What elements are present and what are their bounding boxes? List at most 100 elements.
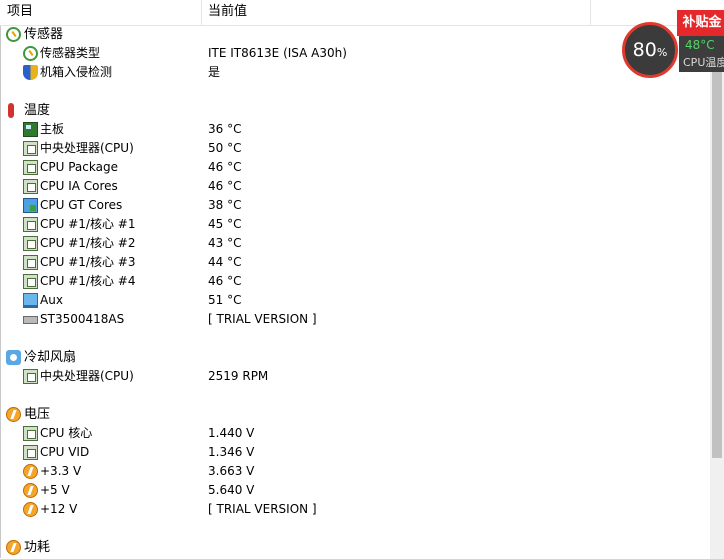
item-value: [ TRIAL VERSION ] — [208, 312, 317, 326]
item-label: 主板 — [40, 122, 65, 136]
cpu-chip-icon — [23, 445, 38, 460]
category-label: 功耗 — [24, 540, 51, 555]
list-item[interactable]: 中央处理器(CPU) 2519 RPM — [0, 367, 710, 386]
item-value: 2519 RPM — [208, 369, 269, 383]
list-item[interactable]: 机箱入侵检测 是 — [0, 63, 710, 82]
item-label: 机箱入侵检测 — [40, 65, 113, 79]
voltage-bolt-icon — [6, 407, 21, 422]
list-item[interactable]: ST3500418AS [ TRIAL VERSION ] — [0, 310, 710, 329]
list-item[interactable]: CPU #1/核心 #2 43 °C — [0, 234, 710, 253]
item-value: 46 °C — [208, 274, 242, 288]
category-label: 电压 — [24, 407, 51, 422]
item-label: +3.3 V — [40, 464, 82, 478]
column-header-value[interactable]: 当前值 — [201, 0, 591, 25]
cpu-temp-label: CPU温度 — [683, 56, 724, 69]
list-item[interactable]: 传感器类型 ITE IT8613E (ISA A30h) — [0, 44, 710, 63]
list-item[interactable]: 主板 36 °C — [0, 120, 710, 139]
item-label: CPU VID — [40, 445, 90, 459]
item-label: CPU 核心 — [40, 426, 93, 440]
scrollbar-thumb[interactable] — [712, 25, 722, 458]
item-label: CPU Package — [40, 160, 118, 174]
cpu-temp-value: 48°C — [685, 38, 715, 52]
list-item[interactable]: CPU 核心 1.440 V — [0, 424, 710, 443]
list-item[interactable]: +3.3 V 3.663 V — [0, 462, 710, 481]
monitor-icon — [23, 293, 38, 308]
item-label: CPU #1/核心 #3 — [40, 255, 136, 269]
item-value: 3.663 V — [208, 464, 255, 478]
item-value: 38 °C — [208, 198, 242, 212]
item-label: CPU IA Cores — [40, 179, 118, 193]
column-header-item[interactable]: 项目 — [0, 0, 202, 25]
category-label: 冷却风扇 — [24, 350, 77, 365]
item-value: 45 °C — [208, 217, 242, 231]
gauge-unit: % — [656, 46, 668, 59]
voltage-bolt-icon — [23, 464, 38, 479]
category-temperature[interactable]: 温度 — [0, 101, 710, 120]
list-item[interactable]: CPU #1/核心 #1 45 °C — [0, 215, 710, 234]
cpu-chip-icon — [23, 236, 38, 251]
list-item[interactable]: 中央处理器(CPU) 50 °C — [0, 139, 710, 158]
list-item[interactable]: Aux 51 °C — [0, 291, 710, 310]
item-value: 46 °C — [208, 160, 242, 174]
motherboard-icon — [23, 122, 38, 137]
category-power[interactable]: 功耗 — [0, 538, 710, 557]
gauge-value: 80 — [632, 39, 657, 61]
list-item[interactable]: CPU #1/核心 #3 44 °C — [0, 253, 710, 272]
cpu-chip-icon — [23, 160, 38, 175]
sensor-list[interactable]: 传感器 传感器类型 ITE IT8613E (ISA A30h) 机箱入侵检测 … — [0, 25, 710, 559]
item-value: 5.640 V — [208, 483, 255, 497]
item-label: ST3500418AS — [40, 312, 125, 326]
category-fans[interactable]: 冷却风扇 — [0, 348, 710, 367]
category-label: 温度 — [24, 103, 51, 118]
item-label: CPU #1/核心 #1 — [40, 217, 136, 231]
list-item[interactable]: CPU #1/核心 #4 46 °C — [0, 272, 710, 291]
category-sensor[interactable]: 传感器 — [0, 25, 710, 44]
thermometer-icon — [8, 103, 14, 118]
item-label: +12 V — [40, 502, 78, 516]
list-header: 项目 当前值 — [0, 0, 724, 26]
fan-icon — [6, 350, 21, 365]
sensor-gauge-icon — [6, 27, 21, 42]
cpu-monitor-widget[interactable]: 80% 补贴金 48°C CPU温度 — [617, 0, 724, 82]
cpu-usage-gauge[interactable]: 80% — [622, 22, 678, 78]
vertical-scrollbar[interactable] — [710, 25, 724, 559]
category-label: 传感器 — [24, 27, 64, 42]
item-value: 是 — [208, 65, 221, 79]
voltage-bolt-icon — [23, 502, 38, 517]
item-value: 51 °C — [208, 293, 242, 307]
list-item[interactable]: CPU Package 46 °C — [0, 158, 710, 177]
cpu-temp-panel: 48°C CPU温度 — [679, 36, 724, 72]
cpu-chip-icon — [23, 179, 38, 194]
power-bolt-icon — [6, 540, 21, 555]
item-label: CPU #1/核心 #2 — [40, 236, 136, 250]
list-item[interactable]: CPU IA Cores 46 °C — [0, 177, 710, 196]
item-value: 43 °C — [208, 236, 242, 250]
item-value: 50 °C — [208, 141, 242, 155]
cpu-chip-icon — [23, 274, 38, 289]
item-value: 46 °C — [208, 179, 242, 193]
item-label: 中央处理器(CPU) — [40, 141, 134, 155]
voltage-bolt-icon — [23, 483, 38, 498]
cpu-chip-icon — [23, 255, 38, 270]
sensor-gauge-icon — [23, 46, 38, 61]
cpu-chip-icon — [23, 426, 38, 441]
item-value: ITE IT8613E (ISA A30h) — [208, 46, 347, 60]
item-label: 传感器类型 — [40, 46, 101, 60]
gpu-monitor-icon — [23, 198, 38, 213]
item-value: 36 °C — [208, 122, 242, 136]
list-item[interactable]: CPU GT Cores 38 °C — [0, 196, 710, 215]
list-item[interactable]: CPU VID 1.346 V — [0, 443, 710, 462]
item-value: 44 °C — [208, 255, 242, 269]
cpu-chip-icon — [23, 141, 38, 156]
item-label: +5 V — [40, 483, 70, 497]
item-label: 中央处理器(CPU) — [40, 369, 134, 383]
item-label: CPU #1/核心 #4 — [40, 274, 136, 288]
shield-icon — [23, 65, 38, 80]
hard-disk-icon — [23, 316, 38, 324]
subsidy-badge[interactable]: 补贴金 — [677, 10, 724, 36]
category-voltage[interactable]: 电压 — [0, 405, 710, 424]
list-item[interactable]: +12 V [ TRIAL VERSION ] — [0, 500, 710, 519]
cpu-chip-icon — [23, 369, 38, 384]
item-label: CPU GT Cores — [40, 198, 123, 212]
list-item[interactable]: +5 V 5.640 V — [0, 481, 710, 500]
